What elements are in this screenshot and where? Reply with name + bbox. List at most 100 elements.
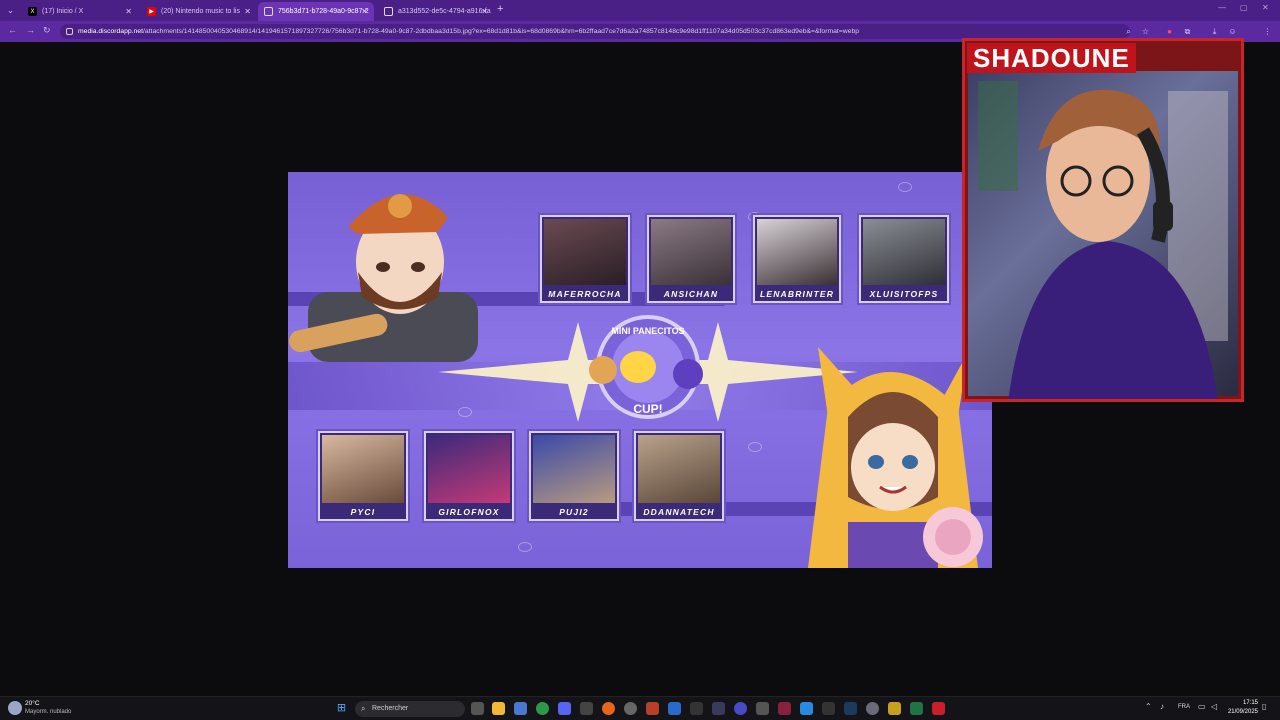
webcam-feed: [968, 71, 1238, 399]
tab-label: 756b3d71-b728-49a0-9c87-2: [278, 8, 369, 15]
tab-label: (20) Nintendo music to lis: [161, 8, 240, 15]
windows-taskbar: 20°C Mayorm. nublado ⊞ ⌕ Rechercher ⌃ ♪ …: [0, 696, 1280, 720]
player-photo: [428, 435, 510, 503]
app-icon[interactable]: [756, 702, 769, 715]
bookmark-star-icon[interactable]: ☆: [1140, 26, 1151, 37]
player-name: XLUISITOFPS: [869, 289, 939, 299]
firefox-icon[interactable]: [602, 702, 615, 715]
streamer-figure: [978, 81, 1228, 399]
player-card: XLUISITOFPS: [859, 215, 949, 303]
microphone-icon[interactable]: ♪: [1160, 702, 1164, 711]
app-icon[interactable]: [822, 702, 835, 715]
doodle-icon: [748, 442, 762, 452]
close-icon[interactable]: ✕: [125, 7, 132, 16]
search-placeholder: Rechercher: [372, 705, 409, 712]
notification-icon[interactable]: ▯: [1262, 702, 1266, 711]
player-card: PUJI2: [529, 431, 619, 521]
globe-icon: [384, 7, 393, 16]
task-view-icon[interactable]: [471, 702, 484, 715]
chrome-icon[interactable]: [536, 702, 549, 715]
profile-icon[interactable]: ☺: [1227, 26, 1238, 37]
app-icon[interactable]: [624, 702, 637, 715]
url-host: media.discordapp.net: [78, 28, 143, 35]
tab-list-icon[interactable]: ⌄: [4, 4, 17, 17]
volume-icon[interactable]: ◁: [1211, 702, 1217, 711]
player-name: PUJI2: [559, 507, 589, 517]
weather-temp: 20°C: [25, 700, 40, 707]
discord-icon[interactable]: [558, 702, 571, 715]
doodle-icon: [898, 182, 912, 192]
player-photo: [651, 219, 731, 285]
app-icon[interactable]: [712, 702, 725, 715]
new-tab-button[interactable]: +: [497, 3, 503, 15]
tab-image-active[interactable]: 756b3d71-b728-49a0-9c87-2 ✕: [258, 2, 374, 21]
tab-label: (17) Inicio / X: [42, 8, 84, 15]
browser-tab-bar: ⌄ X (17) Inicio / X ✕ ▶ (20) Nintendo mu…: [0, 0, 1280, 21]
player-name: ANSICHAN: [663, 289, 719, 299]
windows-start-icon[interactable]: ⊞: [335, 702, 348, 715]
url-path: /attachments/1414850040530468914/1419461…: [143, 28, 860, 35]
extensions-puzzle-icon[interactable]: ⧉: [1182, 26, 1193, 37]
app-icon[interactable]: [734, 702, 747, 715]
player-name: MAFERROCHA: [548, 289, 622, 299]
doodle-icon: [518, 542, 532, 552]
player-photo: [322, 435, 404, 503]
search-icon: ⌕: [361, 704, 366, 713]
player-card: MAFERROCHA: [540, 215, 630, 303]
app-icon[interactable]: [646, 702, 659, 715]
player-card: ANSICHAN: [647, 215, 735, 303]
taskbar-search[interactable]: ⌕ Rechercher: [355, 701, 465, 717]
close-icon[interactable]: ✕: [361, 7, 368, 16]
tab-youtube[interactable]: ▶ (20) Nintendo music to lis ✕: [141, 2, 257, 21]
player-name: PYCI: [350, 507, 376, 517]
app-icon[interactable]: [514, 702, 527, 715]
minimize-icon[interactable]: —: [1218, 3, 1226, 12]
url-field[interactable]: media.discordapp.net/attachments/1414850…: [60, 24, 1130, 39]
download-icon[interactable]: ⤓: [1209, 26, 1220, 37]
excel-icon[interactable]: [910, 702, 923, 715]
close-icon[interactable]: ✕: [481, 7, 488, 16]
app-icon[interactable]: [932, 702, 945, 715]
youtube-icon: ▶: [147, 7, 156, 16]
steam-icon[interactable]: [844, 702, 857, 715]
app-icon[interactable]: [668, 702, 681, 715]
tab-image-2[interactable]: a313d552-de5c-4794-a916-fa ✕: [378, 2, 494, 21]
globe-icon: [264, 7, 273, 16]
app-icon[interactable]: [866, 702, 879, 715]
app-icon[interactable]: [690, 702, 703, 715]
site-info-icon[interactable]: [66, 28, 73, 35]
player-card: DDANNATECH: [634, 431, 724, 521]
forward-icon[interactable]: →: [26, 25, 35, 35]
player-photo: [757, 219, 837, 285]
app-icon[interactable]: [888, 702, 901, 715]
player-photo: [863, 219, 945, 285]
player-name: LENABRINTER: [759, 289, 835, 299]
app-icon[interactable]: [800, 702, 813, 715]
reload-icon[interactable]: ↻: [43, 25, 51, 36]
weather-icon[interactable]: [8, 701, 22, 715]
back-icon[interactable]: ←: [8, 25, 17, 35]
logo-bottom-text: CUP!: [633, 402, 662, 416]
x-logo-icon: X: [28, 7, 37, 16]
zoom-icon[interactable]: ⌕: [1123, 26, 1134, 37]
player-photo: [544, 219, 626, 285]
network-icon[interactable]: ▭: [1198, 702, 1206, 711]
tray-overflow-icon[interactable]: ⌃: [1145, 702, 1152, 711]
obs-icon[interactable]: [580, 702, 593, 715]
player-card: GIRLOFNOX: [424, 431, 514, 521]
tab-x[interactable]: X (17) Inicio / X ✕: [22, 2, 138, 21]
menu-icon[interactable]: ⋮: [1262, 26, 1273, 37]
tournament-image: MAFERROCHA ANSICHAN LENABRINTER XLUISITO…: [288, 172, 992, 568]
player-card: PYCI: [318, 431, 408, 521]
language-indicator[interactable]: FRA: [1178, 704, 1190, 710]
extension-icon[interactable]: ●: [1164, 26, 1175, 37]
logo-top-text: MINI PANECITOS: [611, 326, 684, 336]
clock-date[interactable]: 21/09/2025: [1222, 709, 1258, 715]
maximize-icon[interactable]: ▢: [1240, 3, 1248, 12]
clock-time[interactable]: 17:15: [1226, 700, 1258, 706]
app-icon[interactable]: [778, 702, 791, 715]
streamer-name: SHADOUNE: [967, 43, 1136, 73]
close-icon[interactable]: ✕: [244, 7, 251, 16]
file-explorer-icon[interactable]: [492, 702, 505, 715]
close-window-icon[interactable]: ✕: [1262, 3, 1269, 12]
